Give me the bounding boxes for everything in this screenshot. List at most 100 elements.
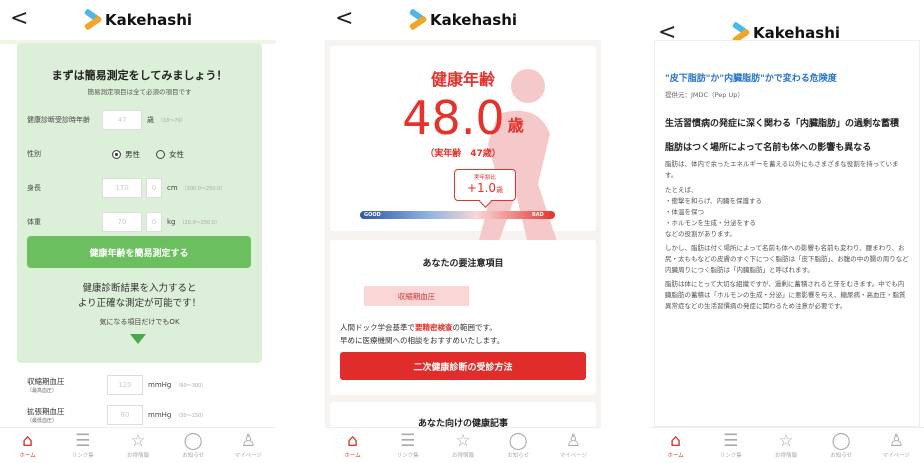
weight-row: 体重 70 0 kg （20.0〜250.0）	[27, 212, 252, 232]
brand-name: Kakehashi	[429, 11, 518, 29]
nav-links-label: リンク集	[71, 453, 94, 459]
height-decimal-input[interactable]: 0	[146, 178, 162, 198]
sbp-label: 収縮期血圧 （最高血圧）	[27, 376, 107, 394]
male-radio[interactable]: 男性	[112, 149, 140, 160]
screen-article: < Kakehashi "皮下脂肪"か"内臓脂肪"かで変わる危険度 提供元：JM…	[648, 0, 924, 463]
caution-text: 人間ドック学会基準で要精密検査の範囲です。 早めに医療機関への相談をおすすめいた…	[340, 321, 588, 347]
nav-home[interactable]: ⌂ ホーム	[328, 432, 378, 459]
age-hint: （18〜79）	[158, 117, 186, 124]
header: < Kakehashi	[325, 0, 601, 40]
sbp-unit: mmHg	[148, 381, 172, 389]
person-icon: ♙	[888, 431, 904, 451]
nav-mypage[interactable]: ♙ マイページ	[871, 432, 921, 459]
dbp-input[interactable]: 80	[107, 405, 143, 425]
weight-decimal-input[interactable]: 0	[146, 212, 162, 232]
age-diff-unit: 歳	[496, 186, 504, 194]
kakehashi-logo-icon	[84, 11, 102, 29]
weight-hint: （20.0〜250.0）	[179, 219, 220, 226]
weight-input[interactable]: 70	[102, 212, 142, 232]
nav-home-label: ホーム	[667, 453, 684, 459]
nav-deals[interactable]: ☆ お得情報	[761, 432, 811, 459]
female-label: 女性	[169, 149, 184, 159]
nav-links-label: リンク集	[719, 453, 742, 459]
list-icon: ☰	[400, 431, 416, 451]
star-icon: ☆	[778, 431, 794, 451]
advice-post: の範囲です。	[452, 323, 497, 332]
logo: Kakehashi	[84, 11, 192, 29]
nav-notices[interactable]: ◯ お知らせ	[493, 432, 543, 459]
bottom-nav: ⌂ ホーム ☰ リンク集 ☆ お得情報 ◯ お知らせ ♙ マイページ	[325, 427, 601, 463]
nav-notices-label: お知らせ	[830, 453, 853, 459]
health-age-value: 48.0 歳	[330, 94, 596, 142]
nav-notices[interactable]: ◯ お知らせ	[816, 432, 866, 459]
brand-name: Kakehashi	[104, 11, 193, 29]
chat-icon: ◯	[831, 431, 851, 451]
nav-links[interactable]: ☰ リンク集	[58, 432, 108, 459]
height-hint: （100.0〜250.0）	[181, 185, 226, 192]
detail-note: 気になる項目だけでもOK	[99, 318, 180, 326]
person-icon: ♙	[565, 431, 581, 451]
weight-unit: kg	[167, 218, 176, 226]
sex-label: 性別	[27, 150, 41, 158]
dbp-hint: （30〜150）	[175, 412, 207, 419]
height-unit: cm	[167, 184, 178, 192]
detail-message-line1: 健康診断結果を入力すると	[82, 283, 197, 294]
article-body: "皮下脂肪"か"内臓脂肪"かで変わる危険度 提供元：JMDC（Pep Up） 生…	[654, 40, 920, 427]
gauge-good-label: GOOD	[364, 212, 381, 218]
nav-notices[interactable]: ◯ お知らせ	[168, 432, 218, 459]
radio-checked-icon	[112, 149, 121, 159]
female-radio[interactable]: 女性	[156, 149, 184, 160]
health-age-unit: 歳	[507, 116, 524, 135]
nav-mypage-label: マイページ	[882, 453, 911, 459]
article-paragraph-5: 脂肪は体にとって大切な組織ですが、過剰に蓄積されると牙をむきます。中でも内臓脂肪…	[665, 280, 906, 310]
article-paragraph-4: しかし、脂肪は付く場所によって名前も体への影響も名前も変わり、腰まわり、お尻・太…	[665, 244, 909, 274]
article-list-item-3: ・ホルモンを生成・分泌をする	[665, 219, 756, 227]
weight-label: 体重	[27, 218, 41, 226]
health-age-title: 健康年齢	[430, 70, 495, 89]
age-diff-value: +1.0	[466, 181, 497, 195]
nav-mypage-label: マイページ	[234, 453, 263, 459]
caution-title: あなたの要注意項目	[422, 259, 504, 269]
home-icon: ⌂	[22, 431, 33, 451]
sbp-label-text: 収縮期血圧	[27, 377, 65, 386]
panel-title: まずは簡易測定をしてみましょう！	[51, 69, 228, 82]
nav-home[interactable]: ⌂ ホーム	[3, 432, 53, 459]
article-list-item-2: ・体温を保つ	[665, 208, 704, 216]
nav-deals-label: お得情報	[774, 453, 797, 459]
bottom-nav: ⌂ ホーム ☰ リンク集 ☆ お得情報 ◯ お知らせ ♙ マイページ	[648, 427, 924, 463]
nav-home[interactable]: ⌂ ホーム	[651, 432, 701, 459]
age-row: 健康診断受診時年齢 47 歳 （18〜79）	[27, 110, 252, 130]
nav-deals[interactable]: ☆ お得情報	[113, 432, 163, 459]
nav-links[interactable]: ☰ リンク集	[706, 432, 756, 459]
caution-card: あなたの要注意項目 収縮期血圧 人間ドック学会基準で要精密検査の範囲です。 早め…	[330, 240, 596, 395]
article-paragraph-3: などの役割があります。	[665, 230, 736, 238]
sbp-hint: （60〜300）	[175, 382, 207, 389]
home-icon: ⌂	[347, 431, 358, 451]
dbp-row: 拡張期血圧 （最低血圧） 80 mmHg （30〜150）	[27, 405, 206, 425]
header: < Kakehashi	[0, 0, 276, 40]
panel-subtitle: 簡易測定項目は全て必須の項目です	[87, 88, 192, 96]
result-card: 健康年齢 48.0 歳 （実年齢 47歳） 実年齢比 +1.0歳 GOOD BA…	[330, 46, 596, 244]
back-arrow-icon[interactable]: <	[10, 6, 28, 31]
article-title: "皮下脂肪"か"内臓脂肪"かで変わる危険度	[665, 74, 837, 84]
sbp-input[interactable]: 120	[107, 375, 143, 395]
age-input[interactable]: 47	[102, 110, 142, 130]
down-triangle-icon[interactable]	[130, 334, 146, 344]
health-gauge	[360, 211, 555, 219]
sbp-row: 収縮期血圧 （最高血圧） 120 mmHg （60〜300）	[27, 375, 206, 395]
nav-deals-label: お得情報	[451, 453, 474, 459]
nav-mypage[interactable]: ♙ マイページ	[223, 432, 273, 459]
simple-measure-button[interactable]: 健康年齢を簡易測定する	[27, 236, 251, 268]
bottom-nav: ⌂ ホーム ☰ リンク集 ☆ お得情報 ◯ お知らせ ♙ マイページ	[0, 427, 276, 463]
height-input[interactable]: 170	[102, 178, 142, 198]
nav-deals[interactable]: ☆ お得情報	[438, 432, 488, 459]
nav-mypage[interactable]: ♙ マイページ	[548, 432, 598, 459]
secondary-checkup-button[interactable]: 二次健康診断の受診方法	[340, 352, 586, 380]
nav-links[interactable]: ☰ リンク集	[383, 432, 433, 459]
list-icon: ☰	[723, 431, 739, 451]
article-paragraph-2: たとえば、	[665, 186, 698, 194]
dbp-label: 拡張期血圧 （最低血圧）	[27, 406, 107, 424]
advice-line2: 早めに医療機関への相談をおすすめいたします。	[340, 336, 505, 345]
back-arrow-icon[interactable]: <	[335, 6, 353, 31]
person-icon: ♙	[240, 431, 256, 451]
